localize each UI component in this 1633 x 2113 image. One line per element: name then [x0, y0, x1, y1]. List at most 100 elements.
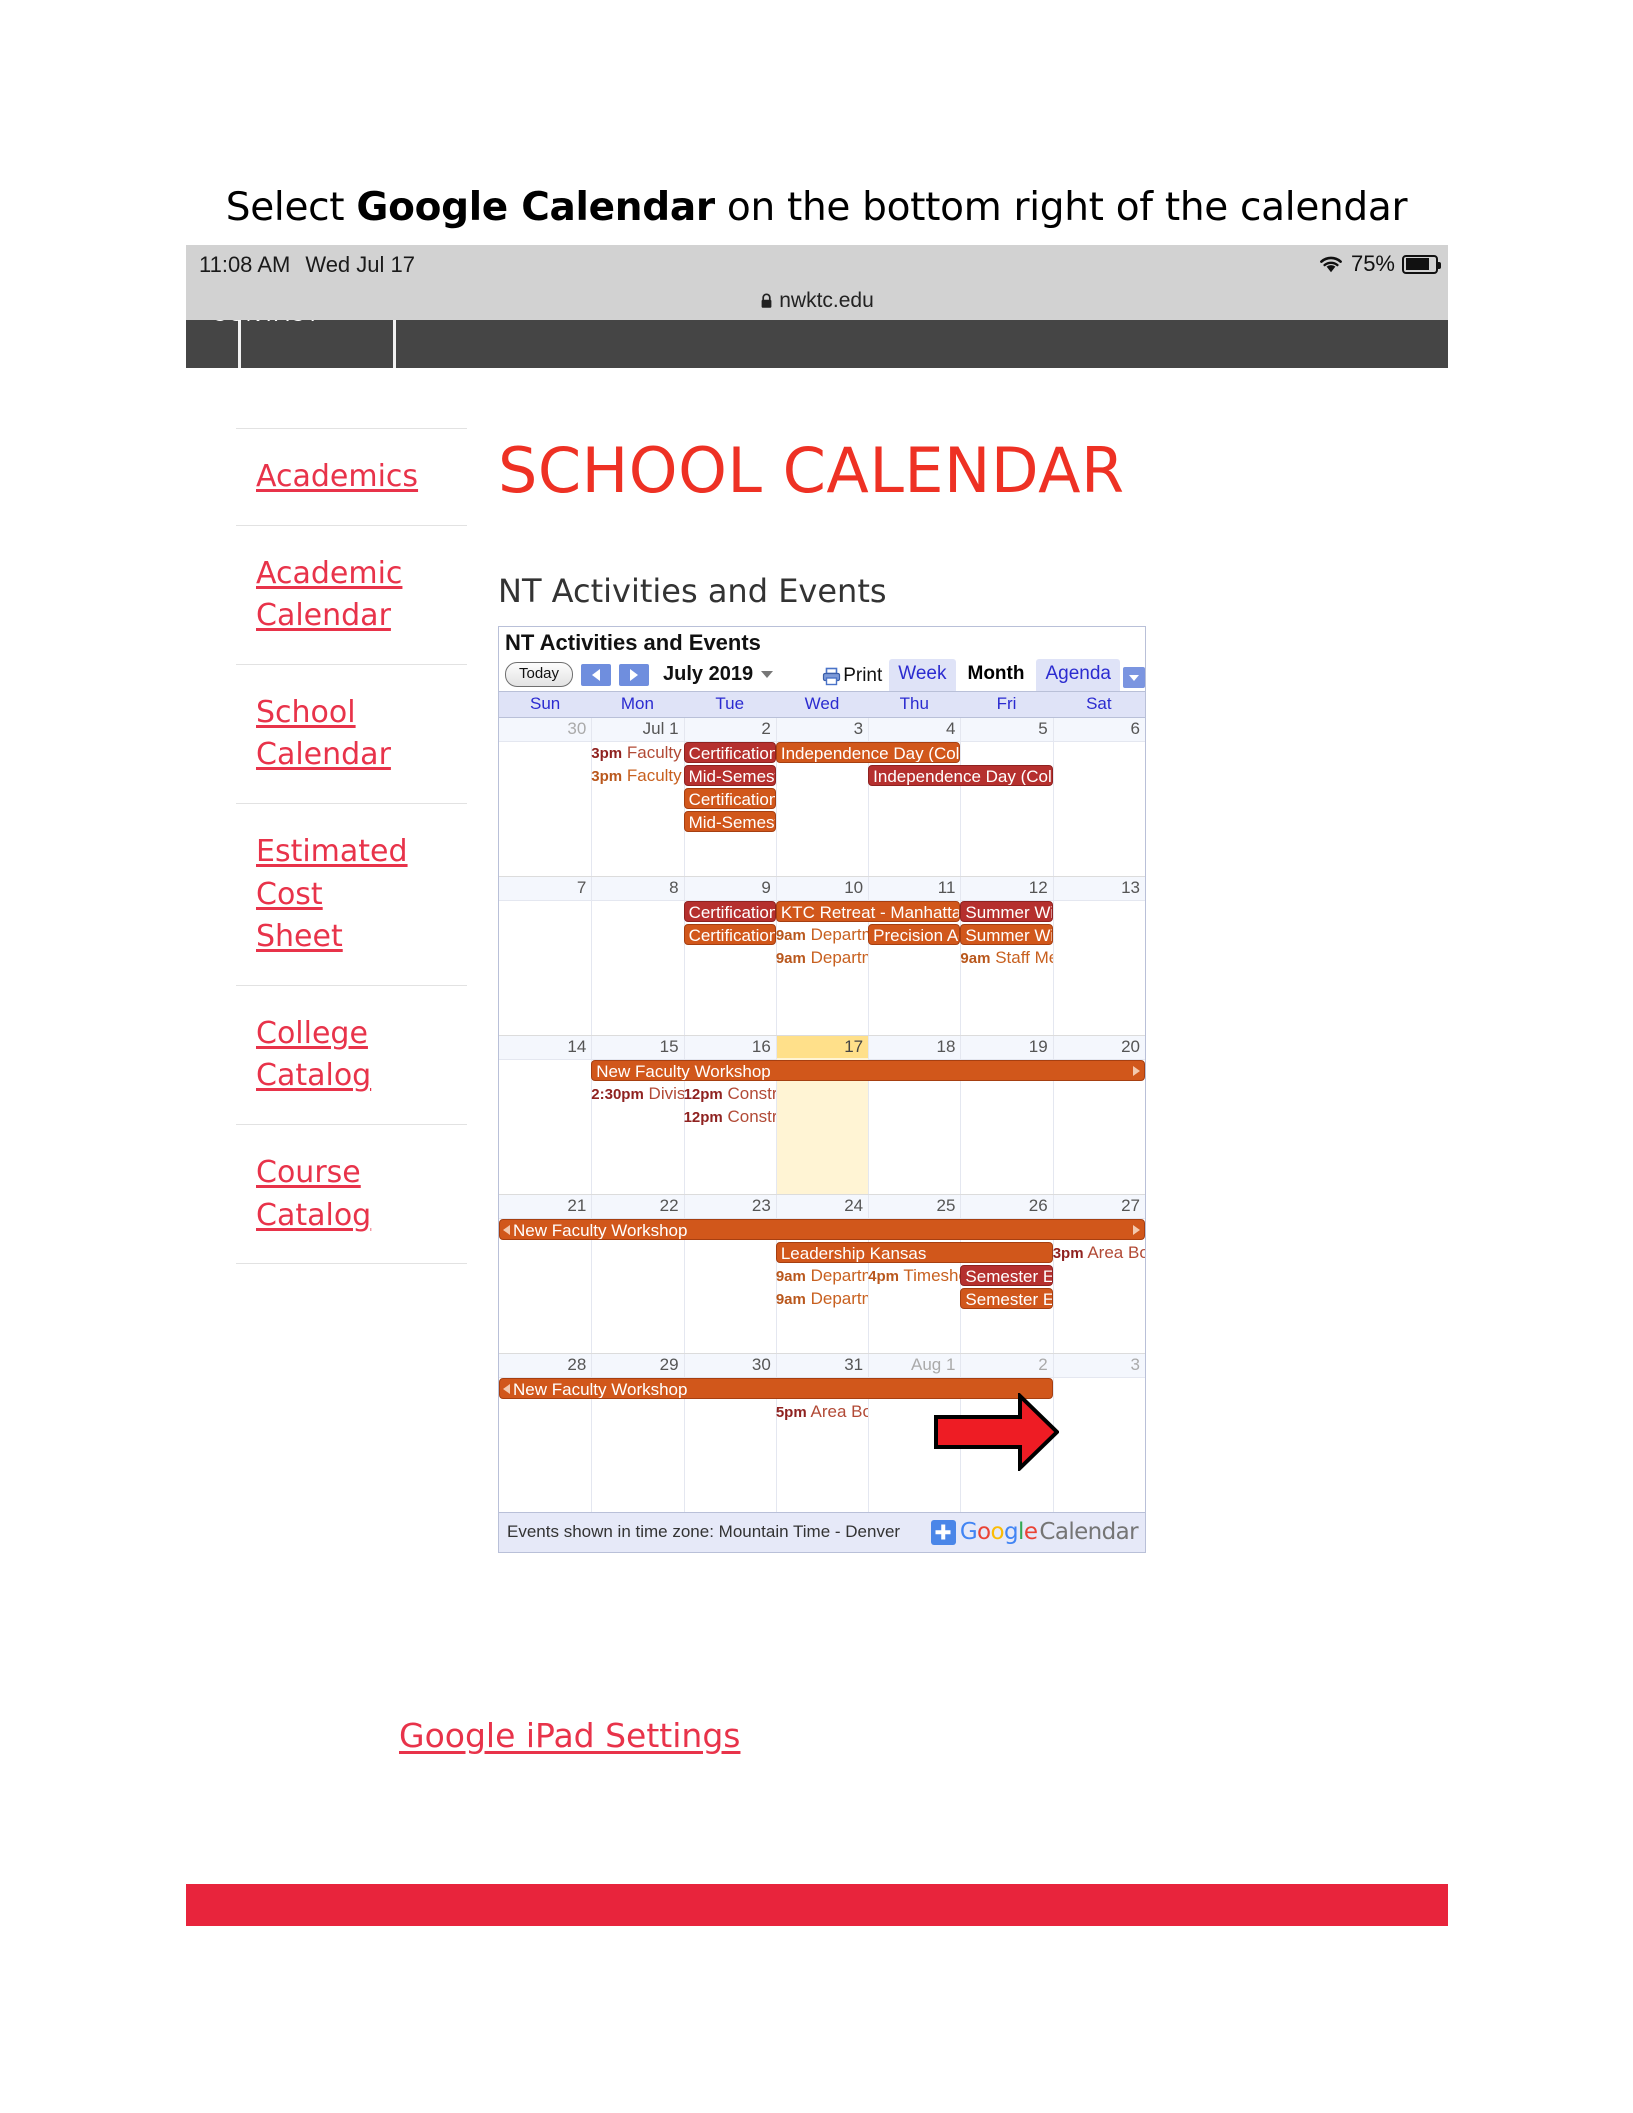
- day-number-cell[interactable]: 28: [499, 1354, 591, 1377]
- day-header-sat: Sat: [1086, 694, 1112, 713]
- status-time: 11:08 AM: [199, 252, 291, 277]
- day-number-cell[interactable]: 2: [683, 718, 776, 741]
- calendar-event-chip[interactable]: Certification: [683, 924, 776, 945]
- calendar-event-chip[interactable]: Certification: [683, 742, 776, 763]
- day-number-cell[interactable]: 11: [868, 877, 960, 900]
- day-number-cell[interactable]: 6: [1052, 718, 1145, 741]
- calendar-timed-event[interactable]: 9am Departm: [776, 1265, 868, 1286]
- view-options-chevron-down-icon[interactable]: [1123, 667, 1145, 688]
- day-number-cell[interactable]: 16: [683, 1036, 776, 1059]
- sidebar-item-school-calendar-line2[interactable]: Calendar: [236, 734, 467, 777]
- day-number-cell[interactable]: 18: [868, 1036, 960, 1059]
- sidebar-item-school-calendar[interactable]: School: [236, 692, 467, 735]
- day-number-cell[interactable]: 8: [591, 877, 683, 900]
- tab-week[interactable]: Week: [889, 659, 956, 691]
- sidebar-item-college-catalog-line2[interactable]: Catalog: [236, 1055, 467, 1098]
- calendar-timed-event[interactable]: 12pm Constru: [684, 1083, 776, 1104]
- event-title: Staff Me: [995, 948, 1053, 967]
- calendar-week-row: 14 15 16 17 18 19 20 New Faculty Workshop 2:30pm…: [499, 1036, 1145, 1195]
- calendar-timed-event[interactable]: 5pm Area Boa: [776, 1401, 868, 1422]
- calendar-timed-event[interactable]: 4pm Timeshe: [868, 1265, 960, 1286]
- day-number-cell[interactable]: 19: [960, 1036, 1052, 1059]
- sidebar-group: College Catalog: [236, 984, 467, 1124]
- calendar-event-chip[interactable]: Independence Day (Colle: [868, 765, 1053, 786]
- print-button[interactable]: Print: [822, 665, 886, 691]
- next-month-button[interactable]: [619, 663, 650, 686]
- calendar-timed-event[interactable]: 9am Staff Me: [960, 947, 1052, 968]
- day-number-cell[interactable]: 12: [960, 877, 1052, 900]
- day-number-row: 28 29 30 31 Aug 123: [499, 1354, 1145, 1378]
- day-number-cell[interactable]: 13: [1052, 877, 1145, 900]
- event-title: Departm: [810, 948, 869, 967]
- calendar-event-chip[interactable]: Summer Wi: [960, 901, 1053, 922]
- sidebar-item-academic-calendar-line2[interactable]: Calendar: [236, 595, 467, 638]
- chevron-down-icon[interactable]: [761, 671, 774, 678]
- sidebar-item-college-catalog[interactable]: College: [236, 1013, 467, 1056]
- calendar-event-chip[interactable]: Summer Wi: [960, 924, 1053, 945]
- day-number-cell[interactable]: 10: [775, 877, 868, 900]
- day-number-cell[interactable]: 20: [1052, 1036, 1145, 1059]
- day-number-cell[interactable]: 14: [499, 1036, 591, 1059]
- day-number-cell[interactable]: 4: [868, 718, 960, 741]
- day-number-cell[interactable]: 31: [775, 1354, 868, 1377]
- today-button[interactable]: Today: [505, 662, 574, 687]
- calendar-week-row: 28 29 30 31 Aug 1 2 3 New Faculty Workshop 5pm A…: [499, 1354, 1145, 1512]
- calendar-event-chip[interactable]: Mid-Semest: [683, 811, 776, 832]
- day-number-cell[interactable]: Jul 1: [591, 718, 683, 741]
- tab-month[interactable]: Month: [958, 659, 1034, 691]
- nav-item-contact[interactable]: CONTACT: [212, 320, 320, 327]
- calendar-event-chip[interactable]: Mid-Semest: [683, 765, 776, 786]
- calendar-event-chip[interactable]: Certification: [683, 788, 776, 809]
- calendar-timed-event[interactable]: 3pm Faculty M: [591, 765, 683, 786]
- calendar-event-chip[interactable]: Independence Day (College Closed): [775, 742, 961, 763]
- event-title: Departm: [810, 1289, 869, 1308]
- calendar-event-chip[interactable]: Semester E: [960, 1288, 1053, 1309]
- day-number-cell[interactable]: 26: [960, 1195, 1052, 1218]
- day-number-cell[interactable]: 9: [683, 877, 776, 900]
- day-number-cell[interactable]: 3: [775, 718, 868, 741]
- day-number-cell[interactable]: 15: [591, 1036, 683, 1059]
- day-number-cell[interactable]: 7: [499, 877, 591, 900]
- google-ipad-settings-link[interactable]: Google iPad Settings: [399, 1716, 740, 1755]
- sidebar-item-academic-calendar[interactable]: Academic: [236, 553, 467, 596]
- calendar-event-chip[interactable]: Precision Ag: [868, 924, 961, 945]
- main-content: SCHOOL CALENDAR NT Activities and Events…: [498, 424, 1398, 1553]
- sidebar-item-academics[interactable]: Academics: [236, 456, 467, 499]
- browser-url-bar[interactable]: nwktc.edu: [186, 282, 1448, 320]
- day-number-cell[interactable]: Aug 1: [868, 1354, 960, 1377]
- day-number-cell[interactable]: 2: [960, 1354, 1052, 1377]
- google-calendar-link[interactable]: GoogleCalendar: [930, 1519, 1139, 1545]
- calendar-event-chip[interactable]: New Faculty Workshop: [591, 1060, 1145, 1081]
- day-number-cell[interactable]: 22: [591, 1195, 683, 1218]
- calendar-timed-event[interactable]: 3pm Faculty M: [591, 742, 683, 763]
- sidebar-item-course-catalog[interactable]: Course Catalog: [236, 1152, 467, 1237]
- calendar-event-chip[interactable]: Certification: [683, 901, 776, 922]
- day-number-cell[interactable]: 23: [683, 1195, 776, 1218]
- day-header-fri: Fri: [996, 694, 1017, 713]
- day-number-cell[interactable]: 30: [683, 1354, 776, 1377]
- calendar-timed-event[interactable]: 9am Departm: [776, 1288, 868, 1309]
- calendar-timed-event[interactable]: 9am Departm: [776, 924, 868, 945]
- day-number-cell[interactable]: 21: [499, 1195, 591, 1218]
- calendar-timed-event[interactable]: 9am Departm: [776, 947, 868, 968]
- day-number-cell[interactable]: 24: [775, 1195, 868, 1218]
- calendar-timed-event[interactable]: 12pm Constru: [684, 1106, 776, 1127]
- calendar-event-chip[interactable]: KTC Retreat - Manhattan Re: [775, 901, 961, 922]
- day-number-cell[interactable]: 3: [1052, 1354, 1145, 1377]
- day-number-cell[interactable]: 5: [960, 718, 1052, 741]
- day-number-cell[interactable]: 30: [499, 718, 591, 741]
- calendar-event-chip[interactable]: New Faculty Workshop: [499, 1378, 1053, 1399]
- day-number-cell[interactable]: 17: [775, 1036, 869, 1059]
- sidebar-item-estimated-cost-sheet[interactable]: Estimated Cost: [236, 831, 467, 916]
- tab-agenda[interactable]: Agenda: [1036, 659, 1120, 691]
- day-number-cell[interactable]: 25: [868, 1195, 960, 1218]
- calendar-timed-event[interactable]: 3pm Area Boa: [1053, 1242, 1145, 1263]
- sidebar-item-estimated-cost-sheet-line2[interactable]: Sheet: [236, 916, 467, 959]
- day-number-cell[interactable]: 27: [1052, 1195, 1145, 1218]
- previous-month-button[interactable]: [581, 663, 612, 686]
- day-number-cell[interactable]: 29: [591, 1354, 683, 1377]
- calendar-timed-event[interactable]: 2:30pm Divisio: [591, 1083, 683, 1104]
- calendar-event-chip[interactable]: Semester E: [960, 1265, 1053, 1286]
- calendar-event-chip[interactable]: Leadership Kansas: [775, 1242, 1053, 1263]
- calendar-event-chip[interactable]: New Faculty Workshop: [499, 1219, 1145, 1240]
